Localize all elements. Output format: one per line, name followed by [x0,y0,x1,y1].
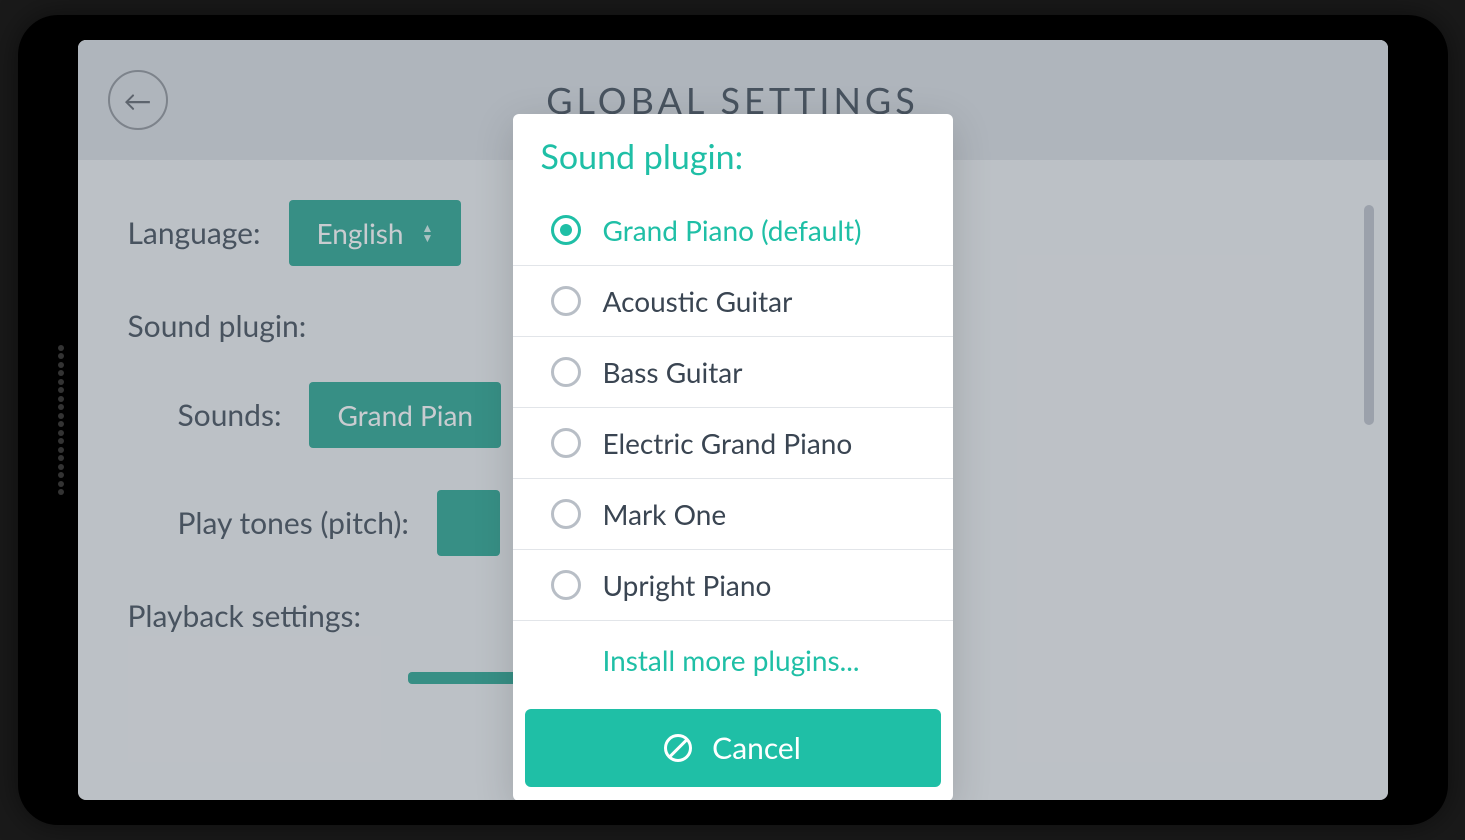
option-grand-piano[interactable]: Grand Piano (default) [513,195,953,266]
sounds-value: Grand Pian [337,398,473,432]
radio-icon [551,286,581,316]
option-label: Grand Piano (default) [603,213,862,247]
play-tones-label: Play tones (pitch): [178,505,409,541]
option-list: Grand Piano (default) Acoustic Guitar Ba… [513,195,953,699]
screen: ← GLOBAL SETTINGS Language: English ▲▼ S… [78,40,1388,800]
option-label: Electric Grand Piano [603,426,853,460]
sounds-select[interactable]: Grand Pian [309,382,501,448]
back-button[interactable]: ← [108,70,168,130]
device-frame: ← GLOBAL SETTINGS Language: English ▲▼ S… [18,15,1448,825]
option-acoustic-guitar[interactable]: Acoustic Guitar [513,266,953,337]
language-select[interactable]: English ▲▼ [289,200,462,266]
modal-title: Sound plugin: [513,114,953,195]
cancel-button[interactable]: Cancel [525,709,941,787]
back-arrow-icon: ← [124,83,152,117]
radio-icon [551,357,581,387]
radio-icon [551,428,581,458]
cancel-icon [664,734,692,762]
language-value: English [317,216,404,250]
install-more-plugins-link[interactable]: Install more plugins... [513,621,953,699]
option-mark-one[interactable]: Mark One [513,479,953,550]
cancel-label: Cancel [712,730,801,766]
select-chevron-icon: ▲▼ [422,224,434,242]
option-upright-piano[interactable]: Upright Piano [513,550,953,621]
radio-icon [551,570,581,600]
sound-plugin-modal: Sound plugin: Grand Piano (default) Acou… [513,114,953,800]
radio-icon [551,215,581,245]
option-label: Bass Guitar [603,355,743,389]
option-label: Acoustic Guitar [603,284,793,318]
scrollbar[interactable] [1364,205,1374,425]
speaker-grill [58,345,66,495]
option-bass-guitar[interactable]: Bass Guitar [513,337,953,408]
radio-icon [551,499,581,529]
language-label: Language: [128,215,261,251]
option-label: Upright Piano [603,568,772,602]
play-tones-select[interactable] [437,490,500,556]
option-electric-grand-piano[interactable]: Electric Grand Piano [513,408,953,479]
option-label: Mark One [603,497,727,531]
playback-select-partial[interactable] [408,672,528,684]
sounds-label: Sounds: [178,397,282,433]
